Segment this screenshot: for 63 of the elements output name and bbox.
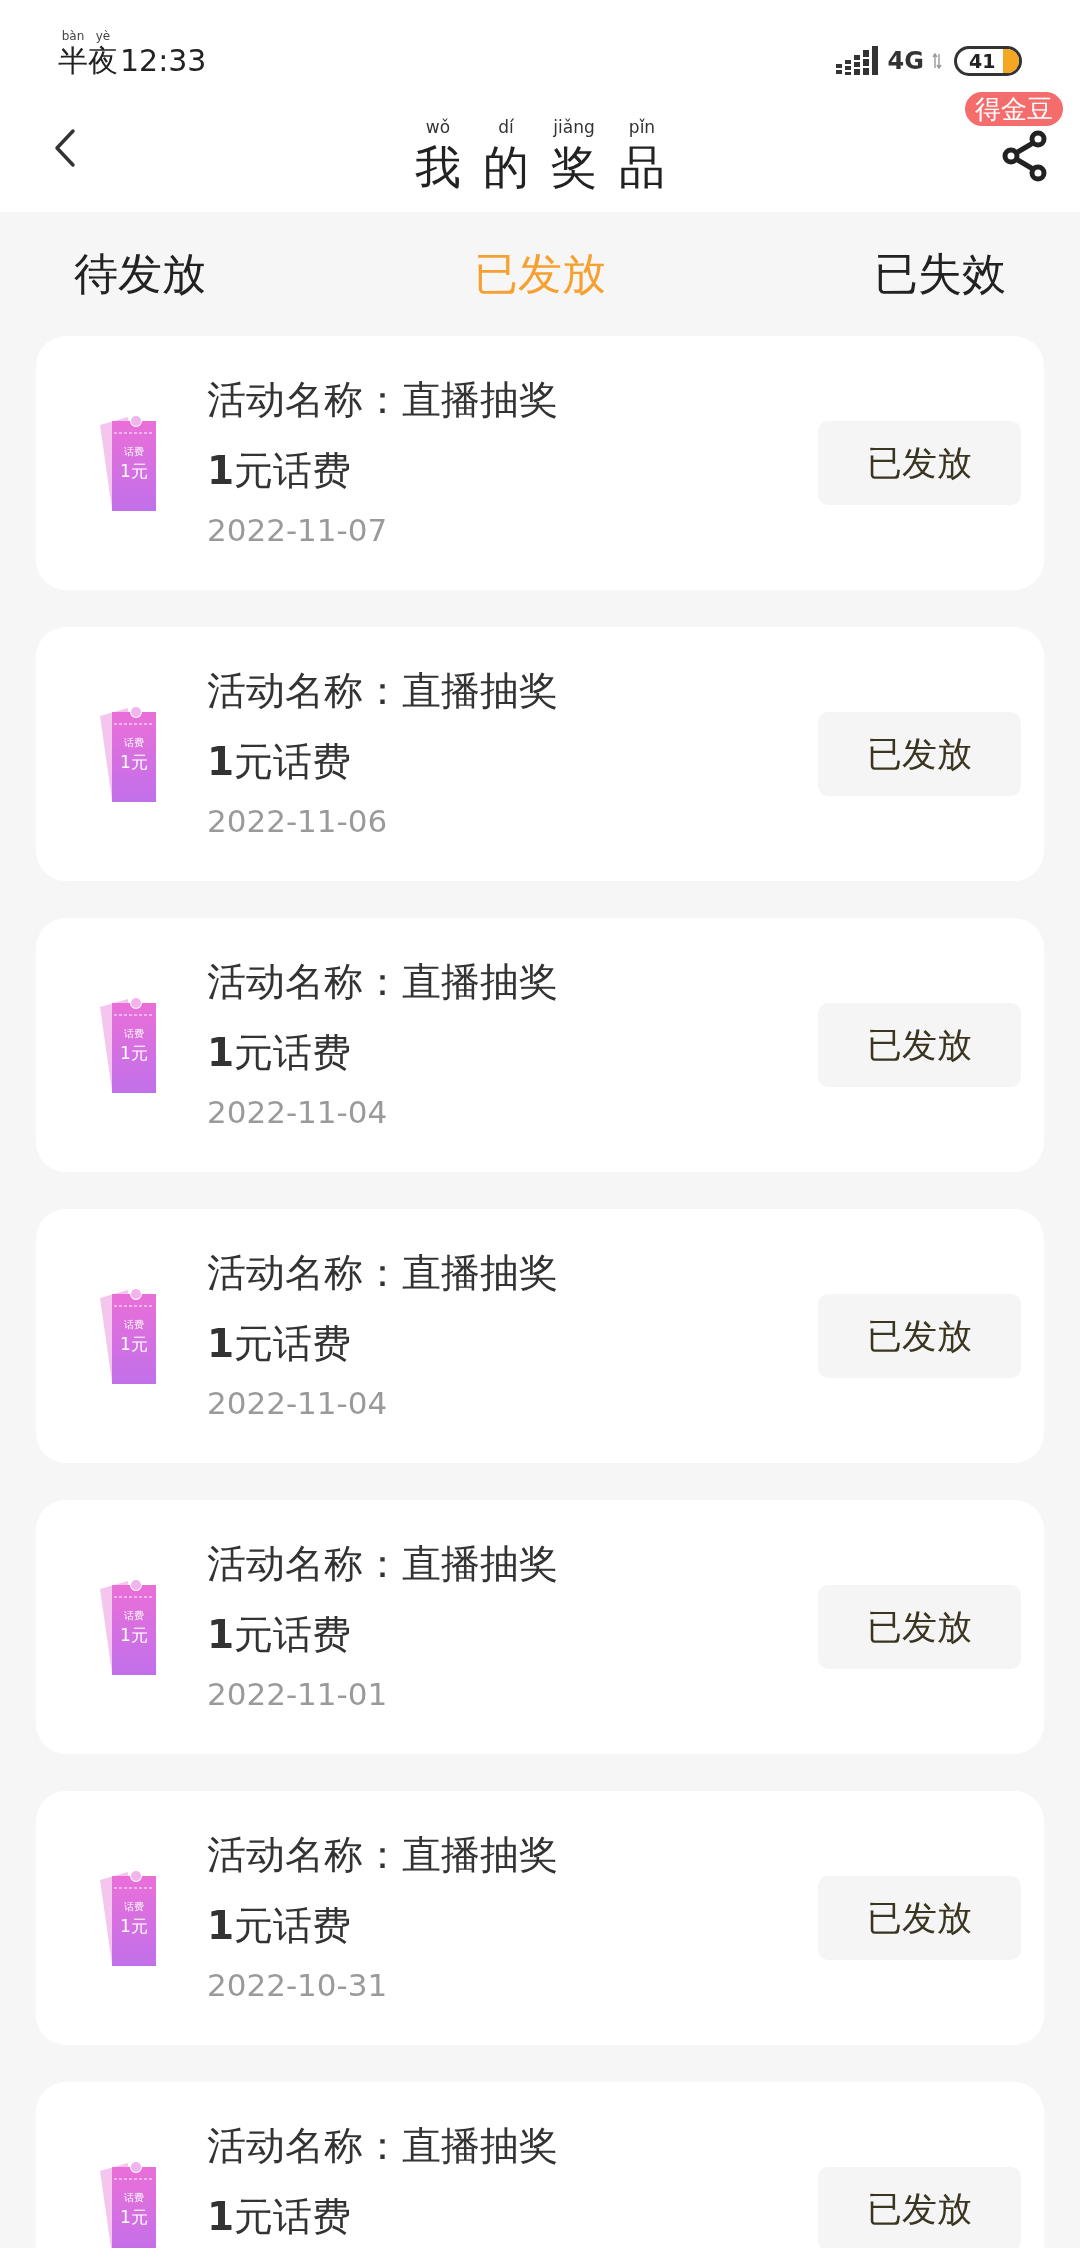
ticket-value: 1元	[119, 1336, 149, 1353]
prize-date: 2022-11-06	[207, 806, 389, 837]
activity-name: 活动名称：直播抽奖	[207, 962, 559, 1001]
ticket-value: 1元	[119, 754, 149, 771]
battery-level: 41	[969, 51, 996, 71]
status-button[interactable]: 已发放	[818, 1585, 1021, 1669]
status-button[interactable]: 已发放	[818, 2167, 1021, 2248]
activity-name: 活动名称：直播抽奖	[207, 1544, 559, 1583]
pinyin-label: pǐn	[628, 118, 656, 136]
ticket-label: 话费	[123, 1902, 145, 1912]
time-period-character: 半	[58, 46, 88, 76]
prize-date: 2022-11-07	[207, 515, 389, 546]
title-character: 的	[483, 143, 529, 190]
network-label: 4G	[887, 49, 924, 73]
pinyin-label: yè	[95, 30, 111, 42]
time-period-character: 夜	[88, 46, 118, 76]
ticket-value: 1元	[119, 463, 149, 480]
ticket-value: 1元	[119, 1045, 149, 1062]
prize-name: 1元话费	[207, 451, 353, 490]
ticket-label: 话费	[123, 447, 145, 457]
prize-date: 2022-11-04	[207, 1097, 389, 1128]
prize-name: 1元话费	[207, 2197, 353, 2236]
tab[interactable]: 已失效	[806, 241, 1006, 307]
prize-name: 1元话费	[207, 1906, 353, 1945]
status-button[interactable]: 已发放	[818, 712, 1021, 796]
prize-name: 1元话费	[207, 742, 353, 781]
activity-name: 活动名称：直播抽奖	[207, 380, 559, 419]
ticket-label: 话费	[123, 2193, 145, 2203]
prize-date: 2022-11-04	[207, 1388, 389, 1419]
data-arrows-icon	[932, 52, 942, 70]
status-button[interactable]: 已发放	[818, 1003, 1021, 1087]
ticket-label: 话费	[123, 738, 145, 748]
status-button[interactable]: 已发放	[818, 1294, 1021, 1378]
activity-name: 活动名称：直播抽奖	[207, 2126, 559, 2165]
prize-name: 1元话费	[207, 1324, 353, 1363]
activity-name: 活动名称：直播抽奖	[207, 1253, 559, 1292]
signal-icon	[835, 46, 880, 76]
prize-date: 2022-10-31	[207, 1970, 389, 2001]
prize-date: 2022-11-01	[207, 1679, 389, 1710]
activity-name: 活动名称：直播抽奖	[207, 1835, 559, 1874]
title-character: 奖	[551, 143, 597, 190]
ticket-value: 1元	[119, 1918, 149, 1935]
tab[interactable]: 待发放	[74, 241, 274, 307]
pinyin-label: bàn	[61, 30, 85, 42]
clock-time: 12:33	[120, 46, 207, 76]
status-button[interactable]: 已发放	[818, 421, 1021, 505]
pinyin-label: wǒ	[425, 118, 451, 136]
ticket-value: 1元	[119, 2209, 149, 2226]
pinyin-label: dí	[498, 118, 514, 136]
activity-name: 活动名称：直播抽奖	[207, 671, 559, 710]
share-icon[interactable]	[1002, 130, 1048, 182]
battery-fill	[1003, 49, 1019, 73]
status-button[interactable]: 已发放	[818, 1876, 1021, 1960]
ticket-label: 话费	[123, 1611, 145, 1621]
prize-name: 1元话费	[207, 1033, 353, 1072]
pinyin-label: jiǎng	[553, 118, 595, 136]
title-character: 我	[415, 143, 461, 190]
back-icon[interactable]	[53, 128, 77, 168]
ticket-label: 话费	[123, 1029, 145, 1039]
prize-name: 1元话费	[207, 1615, 353, 1654]
ticket-label: 话费	[123, 1320, 145, 1330]
ticket-value: 1元	[119, 1627, 149, 1644]
title-character: 品	[619, 143, 665, 190]
